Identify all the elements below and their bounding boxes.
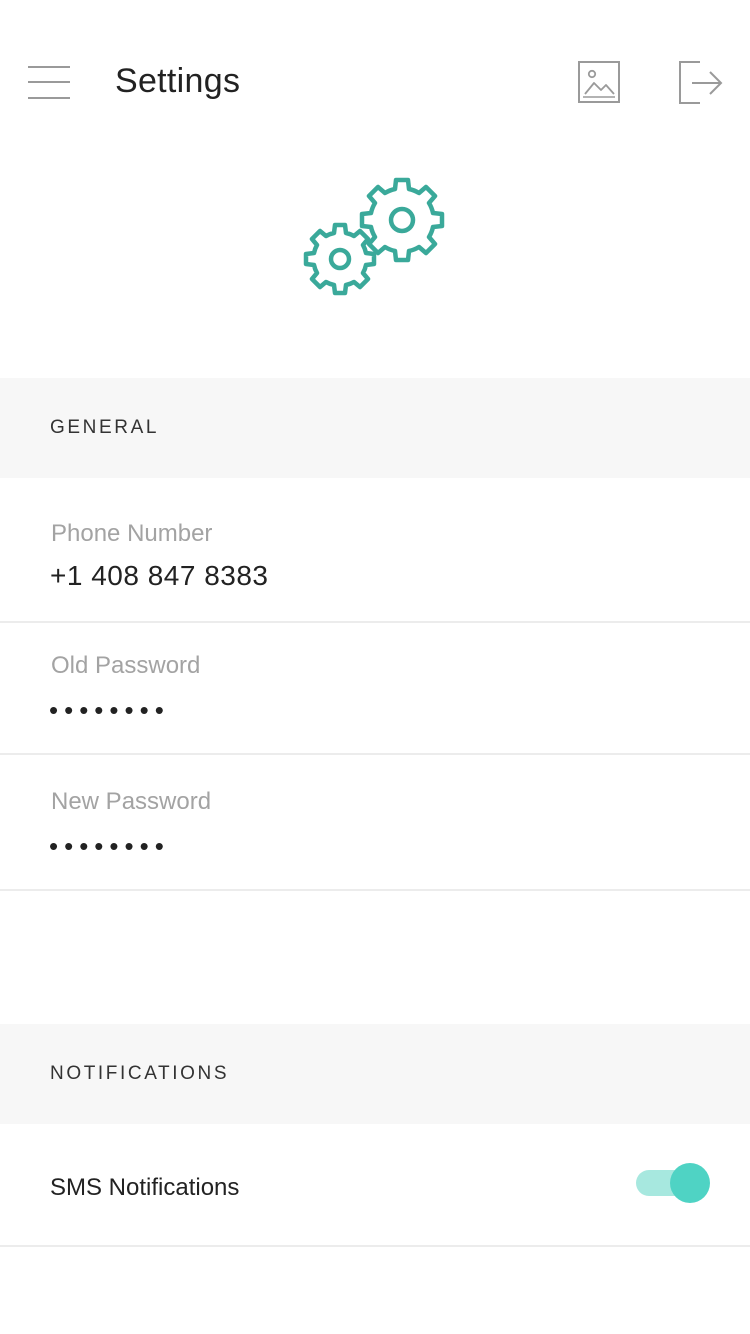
section-label: GENERAL: [50, 417, 160, 438]
phone-number-value[interactable]: +1 408 847 8383: [50, 558, 268, 594]
old-password-field[interactable]: Old Password ••••••••: [0, 623, 750, 755]
old-password-input[interactable]: ••••••••: [49, 695, 170, 725]
toggle-knob: [670, 1163, 710, 1203]
gears-icon: [300, 175, 450, 300]
menu-line: [28, 66, 70, 68]
menu-line: [28, 97, 70, 99]
logout-icon[interactable]: [678, 61, 724, 105]
notifications-section-header: NOTIFICATIONS: [0, 1024, 750, 1124]
page-title: Settings: [115, 62, 241, 100]
image-icon[interactable]: [578, 61, 622, 105]
section-label: NOTIFICATIONS: [50, 1063, 230, 1084]
app-header: Settings: [0, 0, 750, 164]
menu-line: [28, 81, 70, 83]
old-password-label: Old Password: [51, 652, 201, 679]
phone-number-label: Phone Number: [51, 520, 213, 547]
phone-number-field[interactable]: Phone Number +1 408 847 8383: [0, 478, 750, 623]
new-password-field[interactable]: New Password ••••••••: [0, 755, 750, 891]
sms-notifications-toggle[interactable]: [636, 1163, 712, 1205]
new-password-input[interactable]: ••••••••: [49, 831, 170, 861]
sms-notifications-label: SMS Notifications: [50, 1174, 240, 1201]
menu-icon[interactable]: [28, 64, 72, 102]
general-section-header: GENERAL: [0, 378, 750, 478]
new-password-label: New Password: [51, 788, 212, 815]
sms-notifications-row: SMS Notifications: [0, 1123, 750, 1247]
